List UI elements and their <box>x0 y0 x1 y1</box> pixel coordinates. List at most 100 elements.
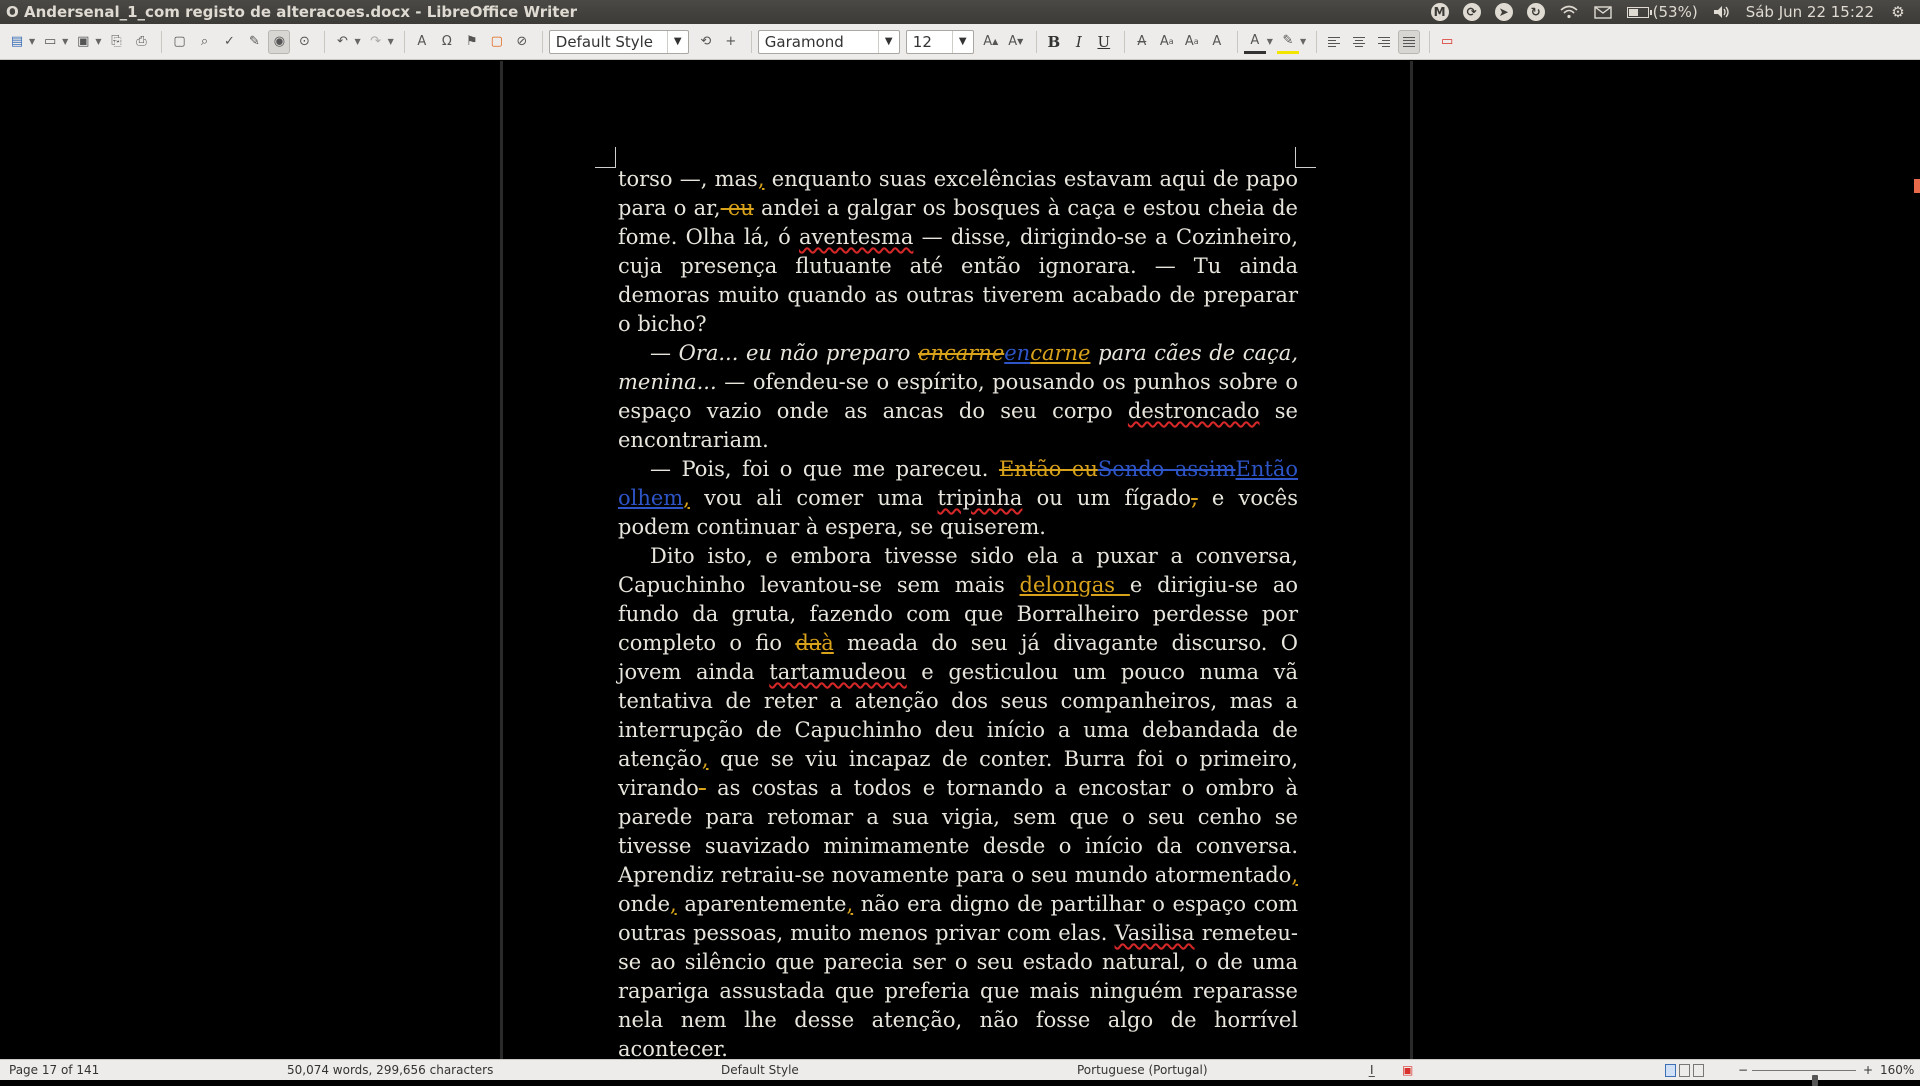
decrease-font-icon[interactable]: A ▼ <box>1005 30 1027 54</box>
special-character-icon[interactable]: Ω <box>436 30 458 54</box>
chevron-down-icon[interactable]: ▼ <box>354 37 360 46</box>
paragraph[interactable]: — Pois, foi o que me pareceu. Então euSe… <box>618 455 1298 542</box>
multi-page-view-icon[interactable] <box>1679 1064 1690 1077</box>
chevron-down-icon[interactable]: ▼ <box>951 30 973 53</box>
document-area[interactable]: torso —, mas, enquanto suas excelências … <box>0 61 1920 1059</box>
align-center-icon[interactable] <box>1348 30 1370 54</box>
document-text[interactable]: torso —, mas, enquanto suas excelências … <box>618 165 1298 1059</box>
text-run: as costas a todos e tornando a encostar … <box>618 776 1298 887</box>
underline-button[interactable]: U <box>1093 30 1115 54</box>
language[interactable]: Portuguese (Portugal) <box>1077 1063 1208 1077</box>
view-layout <box>1665 1063 1707 1077</box>
document-modified-icon[interactable]: ▣ <box>1402 1063 1413 1077</box>
envelope-icon[interactable] <box>1593 2 1613 22</box>
tracked-deletion: da <box>795 631 822 655</box>
paragraph-style-select[interactable]: Default Style ▼ <box>548 29 689 54</box>
print-preview-icon[interactable]: ▢ <box>168 30 190 54</box>
zoom-slider[interactable] <box>1752 1070 1856 1086</box>
chevron-down-icon[interactable]: ▼ <box>95 37 101 46</box>
text-run: — <box>650 341 679 365</box>
clock[interactable]: Sáb Jun 22 15:22 <box>1746 3 1874 21</box>
record-changes-icon[interactable]: ▭ <box>1436 30 1458 54</box>
new-style-icon[interactable]: + <box>720 30 742 54</box>
tracked-deletion: - <box>698 776 706 800</box>
italic-button[interactable]: I <box>1068 30 1090 54</box>
paragraph[interactable]: torso —, mas, enquanto suas excelências … <box>618 165 1298 339</box>
new-document-icon[interactable]: ▤ <box>6 30 28 54</box>
volume-icon[interactable] <box>1712 2 1732 22</box>
show-changes-icon[interactable]: ◉ <box>268 29 291 54</box>
open-folder-icon[interactable]: ▭ <box>39 30 61 54</box>
shadow-icon[interactable]: A <box>1206 30 1228 54</box>
book-view-icon[interactable] <box>1693 1064 1704 1077</box>
zoom-level[interactable]: 160% <box>1880 1063 1914 1077</box>
paragraph[interactable]: — Ora... eu não preparo encarneencarne p… <box>618 339 1298 455</box>
paragraph[interactable]: Dito isto, e embora tivesse sido ela a p… <box>618 542 1298 1059</box>
battery-percent: (53%) <box>1652 3 1698 21</box>
misspelled-word: Vasilisa <box>1114 921 1195 945</box>
undo-icon[interactable]: ↶ <box>331 30 353 54</box>
track-changes-icon[interactable]: ⊘ <box>511 30 533 54</box>
text-boundary-corner <box>595 147 616 168</box>
chevron-down-icon[interactable]: ▼ <box>877 30 899 53</box>
font-size-value: 12 <box>912 32 932 51</box>
bold-button[interactable]: B <box>1043 30 1065 54</box>
vertical-scrollbar[interactable] <box>1911 61 1920 1059</box>
network-indicator-icon[interactable]: ➤ <box>1494 3 1513 21</box>
misspelled-word: tripinha <box>937 486 1023 510</box>
word-count[interactable]: 50,074 words, 299,656 characters <box>287 1063 493 1077</box>
superscript-icon[interactable]: Aa <box>1156 30 1178 54</box>
font-name-select[interactable]: Garamond ▼ <box>757 29 900 54</box>
increase-font-icon[interactable]: A ▲ <box>980 30 1002 54</box>
strikethrough-icon[interactable]: A <box>1131 30 1153 54</box>
save-icon[interactable]: ▣ <box>72 30 94 54</box>
chevron-down-icon[interactable]: ▼ <box>1300 37 1306 46</box>
font-size-select[interactable]: 12 ▼ <box>905 29 974 54</box>
text-run: onde <box>618 892 671 916</box>
text-boundary-corner <box>1295 147 1316 168</box>
wifi-icon[interactable] <box>1559 2 1579 22</box>
chevron-down-icon[interactable]: ▼ <box>62 37 68 46</box>
formatting-marks-icon[interactable]: ⊙ <box>293 30 315 54</box>
justify-icon[interactable] <box>1398 29 1421 54</box>
zoom-slider-thumb[interactable] <box>1812 1075 1818 1086</box>
subscript-icon[interactable]: Aa <box>1181 30 1203 54</box>
fontwork-icon[interactable]: A <box>411 30 433 54</box>
export-pdf-icon[interactable]: ⎘ <box>105 30 127 54</box>
single-page-view-icon[interactable] <box>1665 1064 1676 1077</box>
update-icon[interactable]: ↻ <box>1526 3 1545 21</box>
change-marker <box>1914 179 1920 193</box>
mail-app-icon[interactable]: M <box>1430 3 1449 21</box>
battery-indicator[interactable]: (53%) <box>1626 3 1698 21</box>
align-left-icon[interactable] <box>1323 30 1345 54</box>
text-run: — Pois, foi o que me pareceu. <box>650 457 999 481</box>
zoom-out-icon[interactable]: − <box>1738 1063 1748 1077</box>
sync-icon[interactable]: ⟳ <box>1462 3 1481 21</box>
align-right-icon[interactable] <box>1373 30 1395 54</box>
clone-formatting-icon[interactable]: ✎ <box>243 30 265 54</box>
tracked-deletion: Sendo assim <box>1097 457 1236 481</box>
font-color-icon[interactable]: A <box>1243 30 1266 54</box>
highlight-color-icon[interactable]: ✎ <box>1276 30 1299 54</box>
zoom-in-icon[interactable]: + <box>1863 1063 1873 1077</box>
font-name-value: Garamond <box>764 32 844 51</box>
print-icon[interactable]: ⎙ <box>130 30 152 54</box>
chevron-down-icon[interactable]: ▼ <box>666 30 688 53</box>
misspelled-word: aventesma <box>798 225 914 249</box>
update-style-icon[interactable]: ⟲ <box>695 30 717 54</box>
chevron-down-icon[interactable]: ▼ <box>29 37 35 46</box>
bookmark-icon[interactable]: ⚑ <box>461 30 483 54</box>
find-replace-icon[interactable]: ⌕ <box>193 30 215 54</box>
document-page[interactable]: torso —, mas, enquanto suas excelências … <box>503 61 1410 1059</box>
page-style[interactable]: Default Style <box>721 1063 799 1077</box>
comment-icon[interactable]: ▢ <box>486 30 508 54</box>
settings-gear-icon[interactable]: ⚙ <box>1888 2 1908 22</box>
redo-icon[interactable]: ↷ <box>365 30 387 54</box>
battery-icon <box>1626 6 1652 18</box>
text-run: aparentemente <box>676 892 847 916</box>
page-number[interactable]: Page 17 of 141 <box>9 1063 99 1077</box>
chevron-down-icon[interactable]: ▼ <box>388 37 394 46</box>
spellcheck-icon[interactable]: ✓ <box>218 30 240 54</box>
chevron-down-icon[interactable]: ▼ <box>1267 37 1273 46</box>
page-edge <box>1410 61 1413 1059</box>
